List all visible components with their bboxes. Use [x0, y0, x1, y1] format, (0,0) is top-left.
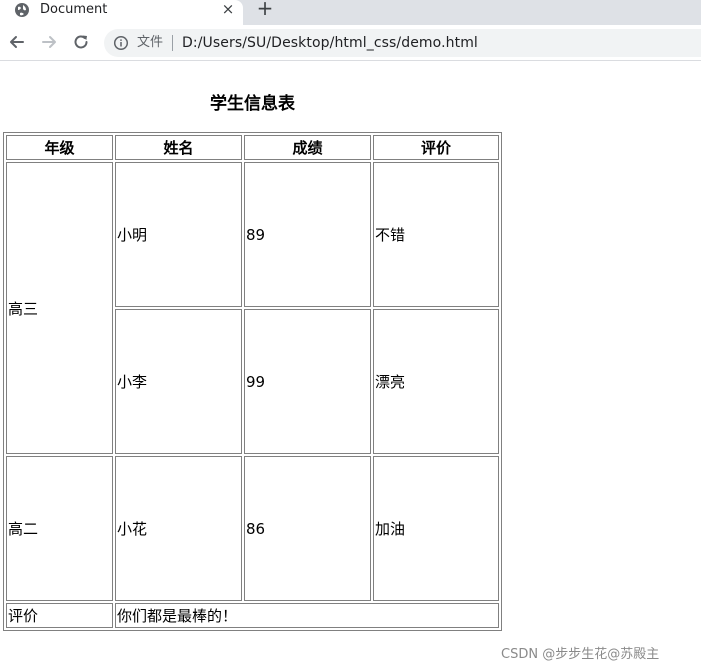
score-cell: 99: [244, 309, 371, 454]
student-info-table: 学生信息表 年级 姓名 成绩 评价 高三 小明 89 不错 小李 99 漂亮 高…: [3, 90, 502, 631]
info-icon[interactable]: [113, 35, 129, 51]
comment-cell: 加油: [373, 456, 499, 601]
browser-toolbar: 文件 D:/Users/SU/Desktop/html_css/demo.htm…: [0, 25, 701, 61]
globe-icon: [15, 3, 29, 17]
address-divider: [172, 35, 173, 51]
name-cell: 小李: [115, 309, 242, 454]
student-table-wrap: 学生信息表 年级 姓名 成绩 评价 高三 小明 89 不错 小李 99 漂亮 高…: [3, 90, 502, 631]
page-content: 学生信息表 年级 姓名 成绩 评价 高三 小明 89 不错 小李 99 漂亮 高…: [0, 62, 701, 670]
address-scheme: 文件: [137, 35, 164, 50]
table-caption: 学生信息表: [210, 94, 295, 114]
footer-row: 评价 你们都是最棒的！: [6, 603, 499, 628]
score-cell: 86: [244, 456, 371, 601]
footer-label-cell: 评价: [6, 603, 113, 628]
tab-strip: Document × +: [0, 0, 701, 25]
name-cell: 小花: [115, 456, 242, 601]
forward-arrow-icon[interactable]: [38, 31, 60, 53]
address-url[interactable]: D:/Users/SU/Desktop/html_css/demo.html: [182, 34, 478, 52]
tab-document[interactable]: Document ×: [0, 0, 243, 25]
footer-text-cell: 你们都是最棒的！: [115, 603, 499, 628]
comment-cell: 漂亮: [373, 309, 499, 454]
table-row: 高二 小花 86 加油: [6, 456, 499, 601]
score-cell: 89: [244, 162, 371, 307]
close-icon[interactable]: ×: [220, 1, 236, 17]
address-bar[interactable]: 文件 D:/Users/SU/Desktop/html_css/demo.htm…: [104, 29, 701, 57]
name-cell: 小明: [115, 162, 242, 307]
header-score: 成绩: [244, 135, 371, 160]
grade-cell: 高三: [6, 162, 113, 454]
back-arrow-icon[interactable]: [6, 31, 28, 53]
header-row: 年级 姓名 成绩 评价: [6, 135, 499, 160]
plus-icon[interactable]: +: [256, 0, 274, 18]
header-comment: 评价: [373, 135, 499, 160]
watermark: CSDN @步步生花@苏殿主: [501, 647, 660, 662]
header-grade: 年级: [6, 135, 113, 160]
header-name: 姓名: [115, 135, 242, 160]
reload-icon[interactable]: [70, 31, 92, 53]
table-row: 高三 小明 89 不错: [6, 162, 499, 454]
tab-title: Document: [40, 2, 108, 17]
comment-cell: 不错: [373, 162, 499, 307]
grade-cell: 高二: [6, 456, 113, 601]
